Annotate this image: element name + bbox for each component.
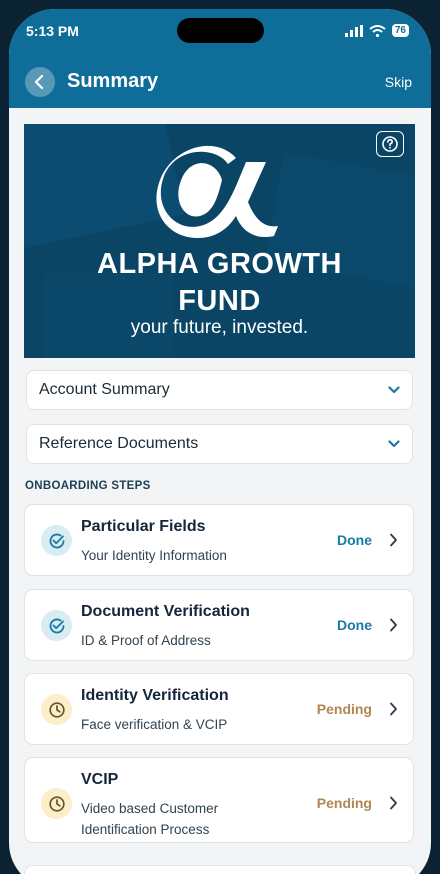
back-button[interactable] [25,67,55,97]
clock-icon [41,788,72,819]
step-title: Document Verification [81,603,250,620]
phone-frame: 5:13 PM 76 Summary Skip ALPHA GROWTH FUN… [0,0,440,874]
skip-button[interactable]: Skip [385,74,412,90]
fund-title: ALPHA GROWTH FUND [24,246,415,320]
account-summary-accordion[interactable]: Account Summary [26,370,413,410]
step-vcip[interactable]: VCIP Video based Customer Identification… [24,757,414,843]
reference-documents-accordion[interactable]: Reference Documents [26,424,413,464]
fund-banner: ALPHA GROWTH FUND your future, invested. [24,124,415,358]
step-particular-fields[interactable]: Particular Fields Your Identity Informat… [24,504,414,576]
status-icons: 76 [344,24,409,37]
step-subtitle: Video based Customer Identification Proc… [81,801,219,837]
step-title: VCIP [81,771,119,788]
chevron-left-icon [34,75,44,89]
step-status: Pending [316,701,372,717]
help-button[interactable] [376,131,404,157]
accordion-label: Reference Documents [39,435,199,452]
signal-icon [344,24,363,37]
clock-icon [41,694,72,725]
step-document-verification[interactable]: Document Verification ID & Proof of Addr… [24,589,414,661]
chevron-right-icon [390,796,397,810]
chevron-down-icon [388,440,400,448]
dynamic-island [177,18,264,43]
step-status: Done [337,532,372,548]
check-circle-icon [41,610,72,641]
app-screen: 5:13 PM 76 Summary Skip ALPHA GROWTH FUN… [9,9,431,874]
step-next-partial[interactable] [24,865,416,874]
step-status: Done [337,617,372,633]
alpha-logo-icon [156,145,278,238]
chevron-right-icon [390,618,397,632]
fund-title-line1: ALPHA GROWTH [97,248,342,280]
check-circle-icon [41,525,72,556]
onboarding-steps-heading: ONBOARDING STEPS [25,480,151,492]
fund-title-line2: FUND [178,285,261,317]
step-subtitle: Your Identity Information [81,548,227,563]
step-subtitle: Face verification & VCIP [81,717,228,732]
step-identity-verification[interactable]: Identity Verification Face verification … [24,673,414,745]
page-title: Summary [67,70,159,92]
step-title: Identity Verification [81,687,229,704]
wifi-icon [369,24,386,37]
question-icon [382,136,398,152]
chevron-down-icon [388,386,400,394]
battery-indicator: 76 [391,24,409,37]
step-status: Pending [316,795,372,811]
step-subtitle: ID & Proof of Address [81,633,211,648]
step-title: Particular Fields [81,518,206,535]
chevron-right-icon [390,702,397,716]
fund-tagline: your future, invested. [130,317,309,338]
accordion-label: Account Summary [39,381,170,398]
header-bar: 5:13 PM 76 Summary Skip [9,9,431,108]
chevron-right-icon [390,533,397,547]
status-time: 5:13 PM [26,23,79,39]
